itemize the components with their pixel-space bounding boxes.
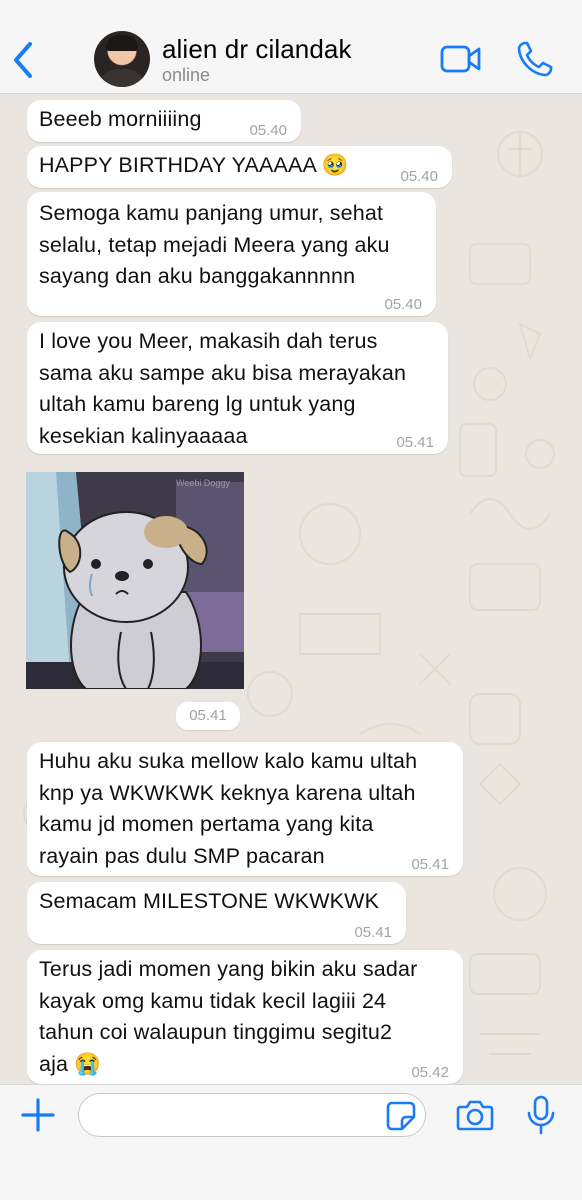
message-bubble[interactable]: Beeeb morniiiing 05.40 — [27, 100, 301, 142]
chat-area[interactable]: Beeeb morniiiing 05.40 HAPPY BIRTHDAY YA… — [0, 94, 582, 1084]
message-time: 05.40 — [384, 296, 422, 313]
sticker-icon[interactable] — [386, 1101, 416, 1131]
message-bubble[interactable]: HAPPY BIRTHDAY YAAAAA 🥹 05.40 — [27, 146, 452, 188]
message-time: 05.41 — [396, 434, 434, 451]
video-call-icon[interactable] — [440, 44, 482, 74]
sad-puppy-sticker[interactable]: Weebi Doggy — [26, 472, 244, 689]
contact-name[interactable]: alien dr cilandak — [162, 34, 352, 65]
message-text: Semacam MILESTONE WKWKWK — [39, 889, 380, 913]
message-bubble[interactable]: Terus jadi momen yang bikin aku sadar ka… — [27, 950, 463, 1084]
microphone-icon[interactable] — [526, 1095, 556, 1135]
message-input[interactable] — [78, 1093, 426, 1137]
message-time: 05.42 — [411, 1064, 449, 1081]
camera-icon[interactable] — [456, 1098, 494, 1132]
message-text: Huhu aku suka mellow kalo kamu ultah knp… — [39, 749, 418, 868]
attach-plus-icon[interactable] — [20, 1097, 56, 1133]
message-bubble[interactable]: Huhu aku suka mellow kalo kamu ultah knp… — [27, 742, 463, 876]
message-text: Terus jadi momen yang bikin aku sadar ka… — [39, 957, 418, 1076]
message-bubble[interactable]: Semoga kamu panjang umur, sehat selalu, … — [27, 192, 436, 316]
message-text: I love you Meer, makasih dah terus sama … — [39, 329, 407, 448]
contact-avatar[interactable] — [94, 31, 150, 87]
message-time: 05.41 — [411, 856, 449, 873]
message-time: 05.40 — [249, 122, 287, 139]
chat-header: alien dr cilandak online — [0, 0, 582, 94]
message-time: 05.41 — [354, 924, 392, 941]
contact-status: online — [162, 65, 211, 85]
sticker-time: 05.41 — [176, 702, 240, 730]
message-bubble[interactable]: I love you Meer, makasih dah terus sama … — [27, 322, 448, 454]
message-time: 05.40 — [400, 168, 438, 185]
message-text: Semoga kamu panjang umur, sehat selalu, … — [39, 201, 390, 288]
back-chevron-icon[interactable] — [8, 38, 40, 82]
phone-call-icon[interactable] — [516, 40, 554, 78]
message-bubble[interactable]: Semacam MILESTONE WKWKWK 05.41 — [27, 882, 406, 944]
sticker-watermark: Weebi Doggy — [176, 478, 230, 488]
message-text: HAPPY BIRTHDAY YAAAAA 🥹 — [39, 153, 349, 177]
